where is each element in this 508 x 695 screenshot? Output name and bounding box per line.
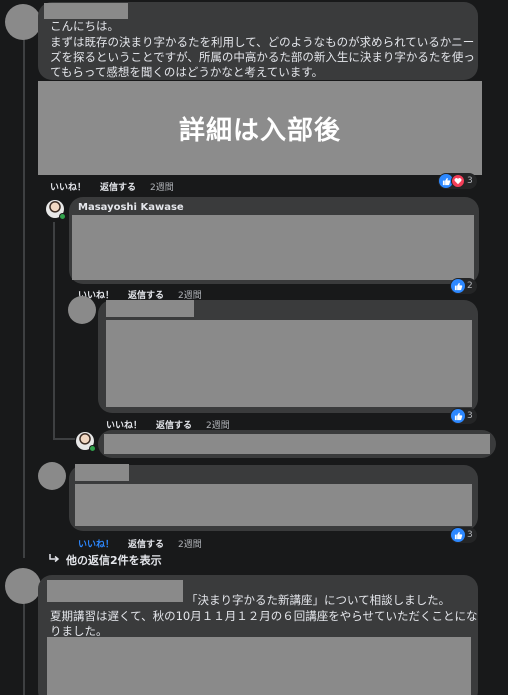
reply-button[interactable]: 返信する: [100, 180, 136, 193]
view-more-replies-label: 他の返信2件を表示: [66, 554, 162, 567]
thread-elbow: [53, 438, 75, 440]
thread-line-main: [23, 38, 25, 558]
comment-thread: こんにちは。 まずは既存の決まり字かるたを利用して、どのようなものが求められてい…: [0, 0, 508, 695]
view-more-replies-link[interactable]: 他の返信2件を表示: [48, 552, 162, 568]
love-reaction-icon: [451, 174, 465, 188]
online-status-icon: [59, 213, 66, 220]
reaction-count: 3: [467, 176, 473, 186]
comment-text-line: てもらって感想を聞くのはどうかなと考えています。: [50, 65, 324, 79]
comment-text-line: ズを探るということですが、所属の中高かるた部の新入生に決まり字かるたを使っ: [50, 50, 475, 64]
avatar[interactable]: [5, 568, 41, 604]
reply-content-redacted: [75, 484, 472, 526]
reaction-summary[interactable]: 2: [450, 278, 477, 294]
reply-actions: いいね！ 返信する 2週間: [78, 537, 202, 550]
timestamp[interactable]: 2週間: [150, 180, 174, 193]
reaction-count: 3: [467, 411, 473, 421]
comment-text-line: まずは既存の決まり字かるたを利用して、どのようなものが求められているかニー: [50, 35, 475, 49]
avatar[interactable]: [76, 432, 96, 452]
comment-content-redacted: [47, 637, 471, 695]
reaction-summary[interactable]: 3: [438, 173, 477, 189]
avatar[interactable]: [46, 200, 66, 220]
online-status-icon: [89, 445, 96, 452]
avatar[interactable]: [38, 462, 66, 490]
reaction-summary[interactable]: 3: [450, 527, 477, 543]
like-button[interactable]: いいね！: [50, 180, 86, 193]
like-reaction-icon: [451, 528, 465, 542]
thread-line-reply: [53, 222, 55, 440]
redacted-banner: 詳細は入部後: [38, 81, 482, 175]
like-reaction-icon: [451, 279, 465, 293]
reaction-count: 2: [467, 281, 473, 291]
reply-content-redacted: [106, 320, 472, 407]
comment-actions: いいね！ 返信する 2週間: [50, 180, 174, 193]
author-name-redacted[interactable]: [47, 580, 183, 602]
author-name[interactable]: Masayoshi Kawase: [78, 202, 184, 213]
reaction-count: 3: [467, 530, 473, 540]
reply-arrow-icon: [48, 553, 60, 567]
author-name-redacted[interactable]: [44, 3, 128, 19]
avatar[interactable]: [5, 4, 41, 40]
avatar[interactable]: [68, 296, 96, 324]
thread-line-bottom: [23, 600, 25, 695]
comment-text-line: 夏期講習は遅くて、秋の10月１１月１２月の６回講座をやらせていただくことにな: [50, 609, 478, 623]
like-button[interactable]: いいね！: [78, 537, 114, 550]
like-reaction-icon: [451, 409, 465, 423]
comment-text-line: 「決まり字かるた新講座」について相談しました。: [186, 593, 451, 607]
comment-text-line: こんにちは。: [50, 19, 119, 33]
author-name-redacted[interactable]: [106, 300, 194, 317]
banner-text: 詳細は入部後: [178, 115, 341, 146]
timestamp[interactable]: 2週間: [178, 537, 202, 550]
reply-input-redacted: [104, 434, 490, 454]
reaction-summary[interactable]: 3: [450, 408, 477, 424]
author-name-redacted[interactable]: [75, 464, 129, 481]
reply-content-redacted: [72, 215, 474, 280]
reply-button[interactable]: 返信する: [128, 537, 164, 550]
